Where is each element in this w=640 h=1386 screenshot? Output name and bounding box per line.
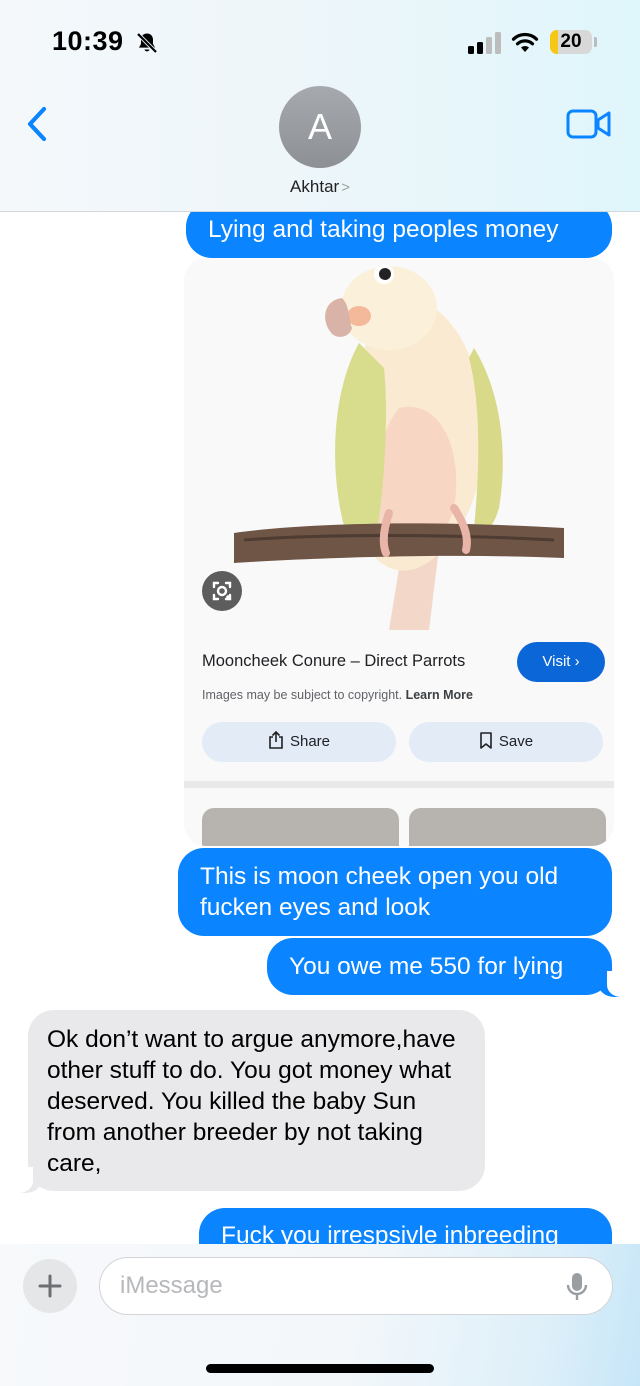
related-image-thumbnail[interactable] bbox=[202, 808, 399, 846]
contact-name-row[interactable]: Akhtar > bbox=[0, 177, 640, 197]
lens-icon[interactable] bbox=[202, 571, 242, 611]
message-bubble-sent[interactable]: This is moon cheek open you old fucken e… bbox=[178, 848, 612, 936]
copyright-text: Images may be subject to copyright. bbox=[202, 688, 403, 702]
avatar[interactable]: A bbox=[279, 86, 361, 168]
bookmark-icon bbox=[480, 732, 492, 749]
battery-icon: 20 bbox=[550, 30, 592, 54]
video-call-icon[interactable] bbox=[566, 108, 612, 140]
save-button[interactable]: Save bbox=[409, 722, 603, 762]
wifi-icon bbox=[511, 32, 539, 52]
share-label: Share bbox=[289, 733, 331, 750]
battery-tip bbox=[594, 37, 597, 47]
shared-image-card[interactable]: Mooncheek Conure – Direct Parrots Visit … bbox=[184, 258, 614, 846]
contact-name[interactable]: Akhtar bbox=[290, 177, 339, 196]
message-text: This is moon cheek open you old fucken e… bbox=[200, 863, 559, 921]
message-text: Ok don’t want to argue anymore,have othe… bbox=[47, 1026, 456, 1177]
save-label: Save bbox=[498, 733, 534, 750]
plus-button[interactable] bbox=[23, 1259, 77, 1313]
plus-icon bbox=[38, 1274, 62, 1298]
share-icon bbox=[269, 730, 283, 749]
card-divider bbox=[184, 781, 614, 788]
message-input-placeholder: iMessage bbox=[120, 1272, 223, 1299]
conversation-header: 10:39 20 A Akhtar > bbox=[0, 0, 640, 212]
message-bubble-sent[interactable]: You owe me 550 for lying bbox=[267, 938, 612, 995]
status-time: 10:39 bbox=[52, 26, 124, 56]
bubble-tail bbox=[598, 971, 623, 997]
message-text: Lying and taking peoples money bbox=[208, 216, 559, 243]
signal-icon bbox=[468, 32, 501, 54]
contact-chevron-icon: > bbox=[341, 179, 350, 196]
bubble-tail bbox=[17, 1167, 42, 1193]
battery-percent: 20 bbox=[560, 31, 582, 52]
visit-button[interactable]: Visit › bbox=[517, 642, 605, 682]
related-image-thumbnail[interactable] bbox=[409, 808, 606, 846]
copyright-notice: Images may be subject to copyright. Lear… bbox=[202, 688, 473, 702]
message-text: You owe me 550 for lying bbox=[289, 953, 564, 980]
message-bubble-received[interactable]: Ok don’t want to argue anymore,have othe… bbox=[28, 1010, 485, 1191]
learn-more-link[interactable]: Learn More bbox=[406, 688, 473, 702]
card-title[interactable]: Mooncheek Conure – Direct Parrots bbox=[202, 652, 465, 671]
parrot-image bbox=[234, 264, 564, 630]
back-chevron-icon[interactable] bbox=[24, 104, 54, 144]
share-button[interactable]: Share bbox=[202, 722, 396, 762]
message-input[interactable]: iMessage bbox=[99, 1257, 613, 1315]
mic-icon[interactable] bbox=[565, 1271, 589, 1303]
home-indicator[interactable] bbox=[206, 1364, 434, 1373]
silent-bell-icon bbox=[136, 32, 158, 54]
